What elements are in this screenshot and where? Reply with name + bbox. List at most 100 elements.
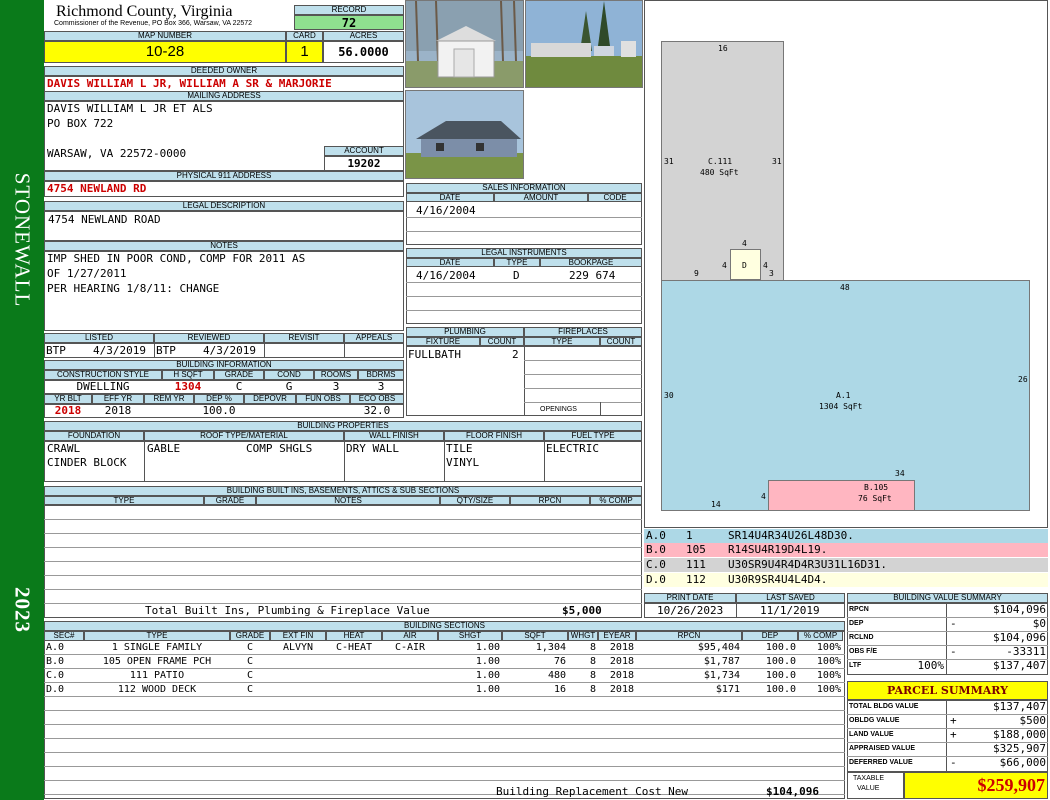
sections-cell-shgt: 1.00 [475, 656, 500, 667]
bvs-obs-label: OBS F/E [849, 648, 878, 655]
sections-cell-dep: 100.0 [765, 670, 796, 681]
listed-by: BTP [46, 344, 66, 357]
sections-cell-shgt: 1.00 [475, 642, 500, 653]
sections-cell-sqft: 16 [553, 684, 566, 695]
sections-col-header: EYEAR [598, 631, 636, 641]
sections-cell-sec: A.0 [46, 642, 65, 653]
sections-cell-shgt: 1.00 [475, 670, 500, 681]
sketch-a-left: 30 [664, 391, 674, 400]
instruments-type-header: TYPE [494, 258, 540, 267]
sections-col-header: TYPE [84, 631, 230, 641]
sections-cell-sec: D.0 [46, 684, 65, 695]
obldg-value: $500 [1019, 714, 1047, 727]
sections-col-header: DEP [742, 631, 798, 641]
total-bldg-label: TOTAL BLDG VALUE [849, 703, 919, 710]
builtins-rpcn-header: RPCN [510, 496, 590, 505]
taxable-label-1: TAXABLE [853, 775, 884, 782]
acres-label: ACRES [323, 31, 404, 41]
sketch-c-right: 31 [772, 157, 782, 166]
instruments-date-header: DATE [406, 258, 494, 267]
sections-cell-comp: 100% [816, 656, 841, 667]
sections-cell-dep: 100.0 [765, 642, 796, 653]
sections-label: BUILDING SECTIONS [44, 621, 845, 631]
mailing-line-3: WARSAW, VA 22572-0000 [47, 147, 187, 160]
instruments-label: LEGAL INSTRUMENTS [406, 248, 642, 258]
building-cond: G [285, 380, 293, 393]
legend-code: D.0 [646, 573, 666, 586]
sketch-a-top: 48 [840, 283, 850, 292]
wall-header: WALL FINISH [344, 431, 444, 441]
floor-header: FLOOR FINISH [444, 431, 544, 441]
builtins-notes-header: NOTES [256, 496, 440, 505]
legend-num: 105 [686, 543, 706, 556]
bvs-rclnd-label: RCLND [849, 634, 874, 641]
sketch-b-area: 76 SqFt [858, 494, 892, 503]
builtins-type-header: TYPE [44, 496, 204, 505]
physical-address-label: PHYSICAL 911 ADDRESS [44, 171, 404, 181]
sketch-c-left: 31 [664, 157, 674, 166]
property-photo-yard [525, 0, 643, 88]
property-photo-house [405, 90, 524, 179]
sections-cell-comp: 100% [816, 670, 841, 681]
style-header: CONSTRUCTION STYLE [44, 370, 162, 380]
mailing-line-2: PO BOX 722 [47, 117, 114, 130]
builtins-grade-header: GRADE [204, 496, 256, 505]
legend-num: 111 [686, 558, 706, 571]
sketch-a-area: 1304 SqFt [819, 402, 863, 411]
sketch-c-top: 16 [718, 44, 728, 53]
legend-num: 112 [686, 573, 706, 586]
sales-label: SALES INFORMATION [406, 183, 642, 193]
land-label: LAND VALUE [849, 731, 894, 738]
sections-cell-grade: C [246, 684, 254, 695]
sales-code-header: CODE [588, 193, 642, 202]
sections-cell-grade: C [246, 642, 254, 653]
legend-code: C.0 [646, 558, 666, 571]
record-number: 72 [294, 15, 404, 30]
sketch-d-nine: 9 [694, 269, 699, 278]
sections-cell-sqft: 76 [553, 656, 566, 667]
effective-year: 2018 [104, 404, 132, 417]
fireplace-type-header: TYPE [524, 337, 600, 346]
sections-col-header: SEC# [44, 631, 84, 641]
sections-cell-rpcn: $171 [715, 684, 740, 695]
rooms-header: ROOMS [314, 370, 358, 380]
bvs-rpcn-label: RPCN [849, 606, 869, 613]
sections-col-header: EXT FIN [270, 631, 326, 641]
sections-cell-rpcn: $95,404 [697, 642, 740, 653]
foundation-1: CRAWL [47, 442, 81, 455]
sketch-a-bottom: 14 [711, 500, 721, 509]
legend-row-a: A.0 1 SR14U4R34U26L48D30. [644, 529, 1048, 543]
taxable-value: $259,907 [904, 772, 1048, 799]
sections-cell-type: 105 OPEN FRAME PCH [102, 656, 212, 667]
last-saved-date: 11/1/2019 [760, 604, 820, 617]
appraised-label: APPRAISED VALUE [849, 745, 915, 752]
physical-address: 4754 NEWLAND RD [44, 181, 404, 197]
dep-header: DEP % [194, 394, 244, 404]
acres-value: 56.0000 [323, 41, 404, 63]
sections-cell-grade: C [246, 670, 254, 681]
sketch-c-label: C.111 [708, 157, 733, 166]
sketch-d-right: 4 [763, 261, 768, 270]
sections-cell-eyear: 2018 [609, 670, 634, 681]
sections-cell-rpcn: $1,734 [703, 670, 740, 681]
properties-label: BUILDING PROPERTIES [44, 421, 642, 431]
tax-year: 2023 [10, 587, 35, 633]
sections-cell-sqft: 1,304 [535, 642, 566, 653]
builtins-total-value: $5,000 [562, 604, 602, 617]
heated-sqft: 1304 [174, 380, 202, 393]
notes-line-3: PER HEARING 1/8/11: CHANGE [47, 282, 220, 295]
plumbing-count-header: COUNT [480, 337, 524, 346]
roof-type: GABLE [147, 442, 181, 455]
bvs-ltf-label: LTF [849, 662, 862, 669]
reviewed-date: 4/3/2019 [203, 344, 256, 357]
sections-col-header: GRADE [230, 631, 270, 641]
instrument-bookpage: 229 674 [569, 269, 616, 282]
account-label: ACCOUNT [324, 146, 404, 156]
brcn-label: Building Replacement Cost New [496, 785, 689, 798]
sections-cell-eyear: 2018 [609, 642, 634, 653]
appeals-label: APPEALS [344, 333, 404, 343]
sections-cell-heat: C-HEAT [335, 642, 373, 653]
sections-cell-whgt: 8 [589, 656, 596, 667]
fuel-type: ELECTRIC [546, 442, 599, 455]
legend-path: R14SU4R19D4L19. [728, 543, 828, 556]
